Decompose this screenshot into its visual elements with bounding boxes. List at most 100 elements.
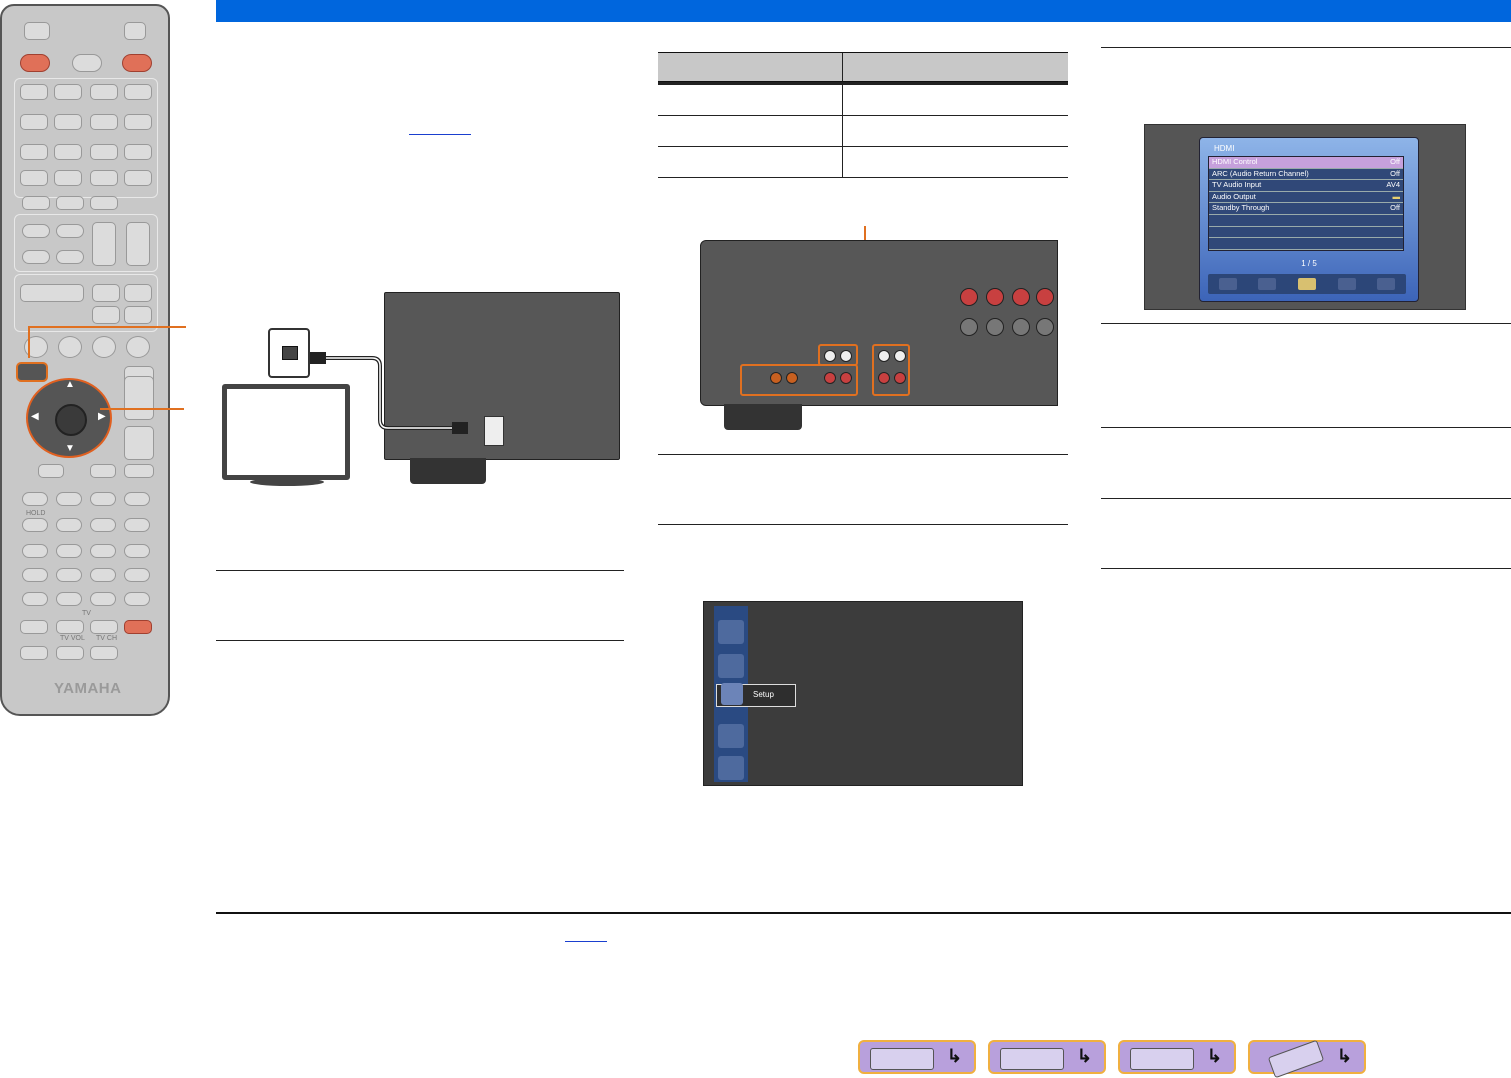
sound-icon <box>1337 278 1356 290</box>
input-button-10[interactable] <box>54 144 82 160</box>
input-button-13[interactable] <box>20 170 48 186</box>
enter-button[interactable] <box>55 404 87 436</box>
hdmi-menu-row <box>1209 238 1403 250</box>
jack <box>840 350 852 362</box>
top-right-button[interactable] <box>124 464 154 478</box>
preset-up-button[interactable] <box>92 222 116 266</box>
callout-line-2 <box>100 408 184 410</box>
tuning-up-button[interactable] <box>126 222 150 266</box>
num-button-8[interactable] <box>124 592 150 606</box>
red-button[interactable] <box>22 544 48 558</box>
enhancer-button[interactable] <box>56 250 84 264</box>
hdmi-menu-row <box>1209 226 1403 239</box>
num-button-5[interactable] <box>22 592 48 606</box>
input-button-6[interactable] <box>54 114 82 130</box>
receiver-power-button[interactable] <box>20 54 50 72</box>
num-button-2[interactable] <box>56 568 82 582</box>
tv-vol-up-button[interactable] <box>56 620 84 634</box>
tv-power-button[interactable] <box>124 620 152 634</box>
input-table <box>658 52 1068 178</box>
setup-menu-item[interactable]: Setup <box>716 683 796 707</box>
input-button-3[interactable] <box>90 84 118 100</box>
volume-down-button[interactable] <box>124 426 154 460</box>
setup-button[interactable] <box>38 464 64 478</box>
input-button-4[interactable] <box>124 84 152 100</box>
cursor-down-icon[interactable]: ▼ <box>65 444 75 454</box>
yellow-button[interactable] <box>90 544 116 558</box>
input-button-9[interactable] <box>20 144 48 160</box>
bd-dvd-button[interactable] <box>20 284 84 302</box>
scene-button-3[interactable] <box>90 196 118 210</box>
arrow-return-icon: ↳ <box>946 1046 962 1066</box>
front-panel-nav-button[interactable]: ↳ <box>858 1040 976 1074</box>
blue-button[interactable] <box>124 544 150 558</box>
num-button-7[interactable] <box>90 592 116 606</box>
cursor-up-icon[interactable]: ▲ <box>65 380 75 390</box>
jack <box>960 288 978 306</box>
volume-up-button[interactable] <box>124 376 154 420</box>
table-row <box>658 82 1068 116</box>
input-button-14[interactable] <box>54 170 82 186</box>
home-button[interactable] <box>90 464 116 478</box>
hdmi-menu-row[interactable]: TV Audio Input AV4 <box>1209 180 1403 192</box>
tv-vol-label: TV VOL <box>60 635 85 642</box>
tv-vol-down-button[interactable] <box>56 646 84 660</box>
tv-mute-button[interactable] <box>20 646 48 660</box>
popup-menu-button[interactable] <box>124 284 152 302</box>
fast-forward-button[interactable] <box>56 518 82 532</box>
straight-button[interactable] <box>22 250 50 264</box>
cursor-left-icon[interactable]: ◀ <box>31 412 39 422</box>
play-button[interactable] <box>124 492 150 506</box>
skip-back-button[interactable] <box>90 518 116 532</box>
system-power-button[interactable] <box>122 54 152 72</box>
input-button-16[interactable] <box>124 170 152 186</box>
jack <box>1012 288 1030 306</box>
rear-panel-nav-button[interactable]: ↳ <box>988 1040 1106 1074</box>
input-button-15[interactable] <box>90 170 118 186</box>
tv-input-button[interactable] <box>20 620 48 634</box>
arrow-return-icon: ↳ <box>1336 1046 1352 1066</box>
hdmi-menu-row[interactable]: Audio Output ▬ <box>1209 191 1403 204</box>
input-button-7[interactable] <box>90 114 118 130</box>
hdmi-menu-row[interactable]: Standby Through Off <box>1209 203 1403 215</box>
input-button-11[interactable] <box>90 144 118 160</box>
num-button-6[interactable] <box>56 592 82 606</box>
top-menu-button[interactable] <box>92 284 120 302</box>
green-button[interactable] <box>56 544 82 558</box>
stop-button[interactable] <box>22 492 48 506</box>
input-button-5[interactable] <box>20 114 48 130</box>
num-button-4[interactable] <box>124 568 150 582</box>
zone-switch[interactable] <box>124 22 146 40</box>
scene-button-2[interactable] <box>56 196 84 210</box>
input-button-1[interactable] <box>20 84 48 100</box>
pause2-button[interactable] <box>90 492 116 506</box>
skip-forward-button[interactable] <box>124 518 150 532</box>
input-button-12[interactable] <box>124 144 152 160</box>
program-right-button[interactable] <box>56 224 84 238</box>
tv-ch-down-button[interactable] <box>90 646 118 660</box>
input-button-2[interactable] <box>54 84 82 100</box>
usb-button[interactable] <box>124 306 152 324</box>
hdmi-menu-list: HDMI Control Off ARC (Audio Return Channe… <box>1208 156 1404 251</box>
hdmi-menu-row[interactable]: HDMI Control Off <box>1209 157 1403 169</box>
num-button-1[interactable] <box>22 568 48 582</box>
source-switch[interactable] <box>24 22 50 40</box>
jack <box>840 372 852 384</box>
scene-button-1[interactable] <box>22 196 50 210</box>
display-nav-button[interactable]: ↳ <box>1118 1040 1236 1074</box>
rewind-button[interactable] <box>22 518 48 532</box>
program-left-button[interactable] <box>22 224 50 238</box>
jack <box>960 318 978 336</box>
standby-button[interactable] <box>72 54 102 72</box>
pause-button[interactable] <box>56 492 82 506</box>
cursor-right-icon[interactable]: ▶ <box>98 412 106 422</box>
num-button-3[interactable] <box>90 568 116 582</box>
tv-button[interactable] <box>92 306 120 324</box>
input-button-8[interactable] <box>124 114 152 130</box>
remote-nav-button[interactable]: ↳ <box>1248 1039 1366 1078</box>
cursor-pad[interactable]: ▲ ▼ ◀ ▶ <box>26 378 112 458</box>
hdmi-menu-row[interactable]: ARC (Audio Return Channel) Off <box>1209 168 1403 181</box>
front-display-icon <box>1130 1048 1194 1070</box>
tv-ch-up-button[interactable] <box>90 620 118 634</box>
jack <box>986 288 1004 306</box>
